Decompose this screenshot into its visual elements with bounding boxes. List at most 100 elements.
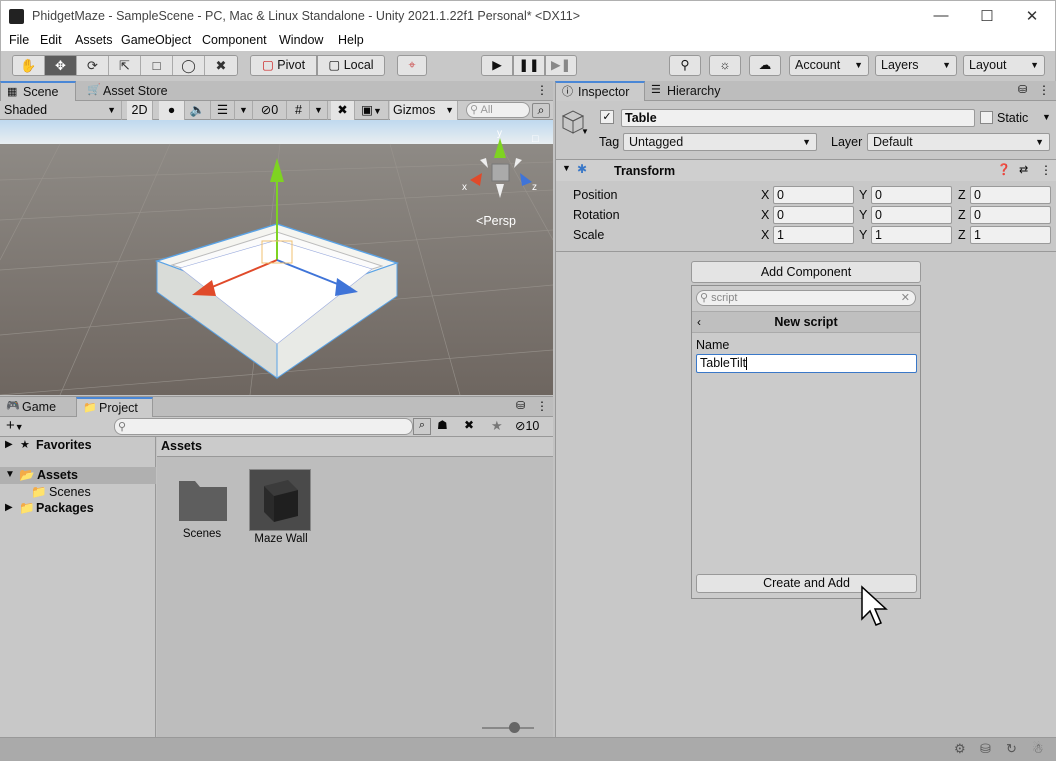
scale-z-field[interactable]: 1 [970,226,1051,244]
script-name-input[interactable]: TableTilt [696,354,917,373]
projection-toggle[interactable]: <Persp [476,214,516,228]
pivot-button[interactable]: ▢ Pivot [250,55,317,76]
lighting-icon[interactable]: ● [159,101,185,120]
kebab-menu-icon[interactable]: ⋮ [1038,83,1050,97]
icon-size-slider[interactable] [482,727,534,729]
add-component-button[interactable]: Add Component [691,261,921,283]
object-name-field[interactable]: Table [621,109,975,127]
tools-icon[interactable]: ✖ [331,101,355,120]
layers-dropdown[interactable]: Layers ▼ [875,55,957,76]
collab-icon[interactable]: ☼ [709,55,741,76]
scale-tool-icon[interactable]: ⇱ [109,56,141,75]
tab-project[interactable]: 📁 Project [76,397,153,417]
effects-icon[interactable]: ☰ [211,101,235,120]
camera-icon[interactable]: ▣▼ [355,101,389,120]
active-checkbox[interactable]: ✓ [600,110,614,124]
scale-y-field[interactable]: 1 [871,226,952,244]
minimize-icon[interactable]: — [931,7,951,24]
menu-edit[interactable]: Edit [40,33,62,47]
menu-window[interactable]: Window [279,33,323,47]
grid-dropdown-icon[interactable]: ▼ [310,101,328,120]
layer-dropdown[interactable]: Default ▼ [867,133,1050,151]
scene-view-canvas[interactable]: y x z □ [0,120,553,395]
project-search-input[interactable]: ⚲ [114,418,413,435]
custom-tool-icon[interactable]: ✖ [205,56,237,75]
menu-gameobject[interactable]: GameObject [121,33,191,47]
scene-search-filter-icon[interactable]: ⌕ [532,103,550,118]
tab-inspector[interactable]: ⓘ Inspector [555,81,645,101]
create-plus-icon[interactable]: +▼ [6,417,24,436]
rotate-tool-icon[interactable]: ⟳ [77,56,109,75]
account-dropdown[interactable]: Account ▼ [789,55,869,76]
tree-item-scenes[interactable]: 📁 Scenes [0,484,156,501]
hidden-objects-toggle[interactable]: ⊘0 [253,101,287,120]
2d-toggle[interactable]: 2D [127,101,153,120]
play-icon[interactable]: ▶ [481,55,513,76]
clear-search-icon[interactable]: ✕ [901,291,910,305]
transform-header[interactable]: ▼ ✱ Transform ❓ ⇄ ⋮ [556,160,1056,181]
asset-item-maze-wall[interactable]: Maze Wall [249,469,313,549]
lock-icon[interactable]: ⛁ [516,399,525,412]
scene-viewport[interactable]: y x z □ <Persp [0,120,553,395]
asset-item-scenes[interactable]: Scenes [173,469,231,549]
tab-scene[interactable]: ▦ Scene [0,81,76,101]
move-tool-icon[interactable]: ✥ [45,56,77,75]
hidden-packages-toggle[interactable]: ⊘10 [515,418,539,433]
tree-item-assets[interactable]: ▼ 📂 Assets [0,467,156,484]
maximize-icon[interactable]: ☐ [977,7,997,25]
filter-by-label-icon[interactable]: ✖ [464,418,474,432]
shading-mode-dropdown[interactable]: Shaded ▼ [0,101,122,120]
tab-game[interactable]: 🎮 Game [0,397,74,417]
favorites-star-icon[interactable]: ★ [491,418,503,434]
static-checkbox[interactable] [980,111,993,124]
scene-search-input[interactable]: ⚲ All [466,102,530,118]
debug-icon[interactable]: ⚙ [954,741,966,757]
slider-handle[interactable] [509,722,520,733]
search-filter-icon[interactable]: ⌕ [413,418,431,435]
pause-icon[interactable]: ❚❚ [513,55,545,76]
notifications-icon[interactable]: ☃ [1032,741,1044,757]
rotation-z-field[interactable]: 0 [970,206,1051,224]
transform-tool-icon[interactable]: ◯ [173,56,205,75]
tab-hierarchy[interactable]: ☰ Hierarchy [645,81,745,101]
kebab-menu-icon[interactable]: ⋮ [536,83,548,97]
position-z-field[interactable]: 0 [970,186,1051,204]
search-icon[interactable]: ⚲ [669,55,701,76]
cache-icon[interactable]: ⛁ [980,741,991,757]
rect-tool-icon[interactable]: □ [141,56,173,75]
cloud-icon[interactable]: ☁ [749,55,781,76]
lock-icon[interactable]: ⛁ [1018,83,1027,96]
kebab-menu-icon[interactable]: ⋮ [1040,163,1052,177]
tree-item-favorites[interactable]: ▶ ★ Favorites [0,437,156,454]
progress-icon[interactable]: ↻ [1006,741,1017,757]
popup-search-input[interactable]: ⚲ script ✕ [696,290,916,306]
menu-component[interactable]: Component [202,33,267,47]
tag-dropdown[interactable]: Untagged ▼ [623,133,817,151]
gizmo-lock-icon[interactable]: □ [532,133,539,145]
grid-snap-icon[interactable]: ⌖ [397,55,427,76]
step-icon[interactable]: ▶❚ [545,55,577,76]
tree-item-packages[interactable]: ▶ 📁 Packages [0,500,156,517]
rotation-y-field[interactable]: 0 [871,206,952,224]
scale-x-field[interactable]: 1 [773,226,854,244]
layout-dropdown[interactable]: Layout ▼ [963,55,1045,76]
effects-dropdown-icon[interactable]: ▼ [235,101,253,120]
position-x-field[interactable]: 0 [773,186,854,204]
kebab-menu-icon[interactable]: ⋮ [536,399,548,413]
gizmos-dropdown[interactable]: Gizmos ▼ [390,101,458,120]
static-dropdown-icon[interactable]: ▼ [1042,112,1051,122]
tab-asset-store[interactable]: 🛒 Asset Store [81,81,181,101]
local-button[interactable]: ▢ Local [317,55,385,76]
menu-help[interactable]: Help [338,33,364,47]
menu-assets[interactable]: Assets [75,33,113,47]
audio-icon[interactable]: 🔈 [185,101,211,120]
icon-dropdown-icon[interactable]: ▼ [581,127,589,136]
position-y-field[interactable]: 0 [871,186,952,204]
menu-file[interactable]: File [9,33,29,47]
filter-by-type-icon[interactable]: ☗ [437,418,448,432]
foldout-down-icon[interactable]: ▼ [562,163,571,173]
preset-icon[interactable]: ⇄ [1019,163,1028,176]
grid-icon[interactable]: # [288,101,310,120]
rotation-x-field[interactable]: 0 [773,206,854,224]
hand-tool-icon[interactable]: ✋ [13,56,45,75]
